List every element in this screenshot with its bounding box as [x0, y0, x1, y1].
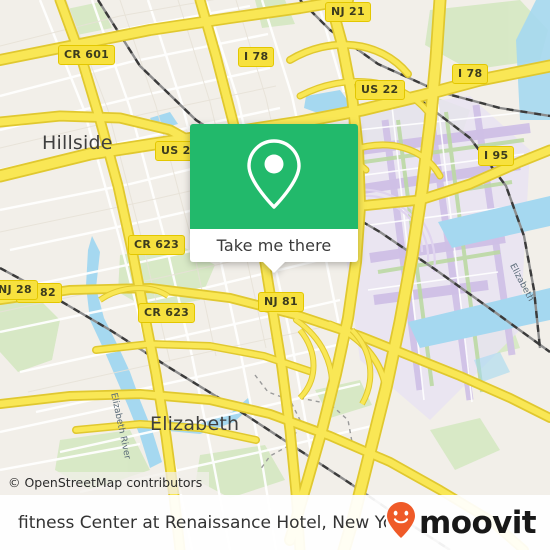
road-shield-cr-601: CR 601: [58, 45, 116, 65]
map-canvas[interactable]: Hillside Elizabeth Elizabeth River Eliza…: [0, 0, 550, 550]
road-shield-nj-28: NJ 28: [0, 280, 38, 300]
map-screenshot: Hillside Elizabeth Elizabeth River Eliza…: [0, 0, 550, 550]
road-shield-i-78-east: I 78: [452, 64, 489, 84]
callout-pin-panel: [190, 124, 358, 229]
take-me-there-callout[interactable]: Take me there: [190, 124, 358, 273]
moovit-pin-smiley-icon: [386, 501, 416, 544]
bottom-title-bar: fitness Center at Renaissance Hotel, New…: [0, 495, 550, 550]
road-shield-i-95: I 95: [478, 146, 515, 166]
road-shield-nj-81: NJ 81: [258, 292, 304, 312]
road-shield-nj-21: NJ 21: [325, 2, 371, 22]
road-shield-us-22-east: US 22: [355, 80, 405, 100]
location-title: fitness Center at Renaissance Hotel, New…: [18, 512, 386, 533]
road-shield-cr-623-south: CR 623: [138, 303, 196, 323]
map-pin-icon: [243, 135, 305, 218]
moovit-wordmark: moovit: [419, 504, 537, 541]
road-shield-i-78-west: I 78: [238, 47, 275, 67]
road-shield-cr-623-north: CR 623: [128, 235, 186, 255]
map-attribution: © OpenStreetMap contributors: [0, 472, 210, 494]
moovit-brand[interactable]: moovit: [386, 501, 537, 544]
take-me-there-label: Take me there: [216, 236, 332, 255]
callout-pointer-tail: [263, 262, 285, 273]
callout-action-bar[interactable]: Take me there: [190, 229, 358, 273]
